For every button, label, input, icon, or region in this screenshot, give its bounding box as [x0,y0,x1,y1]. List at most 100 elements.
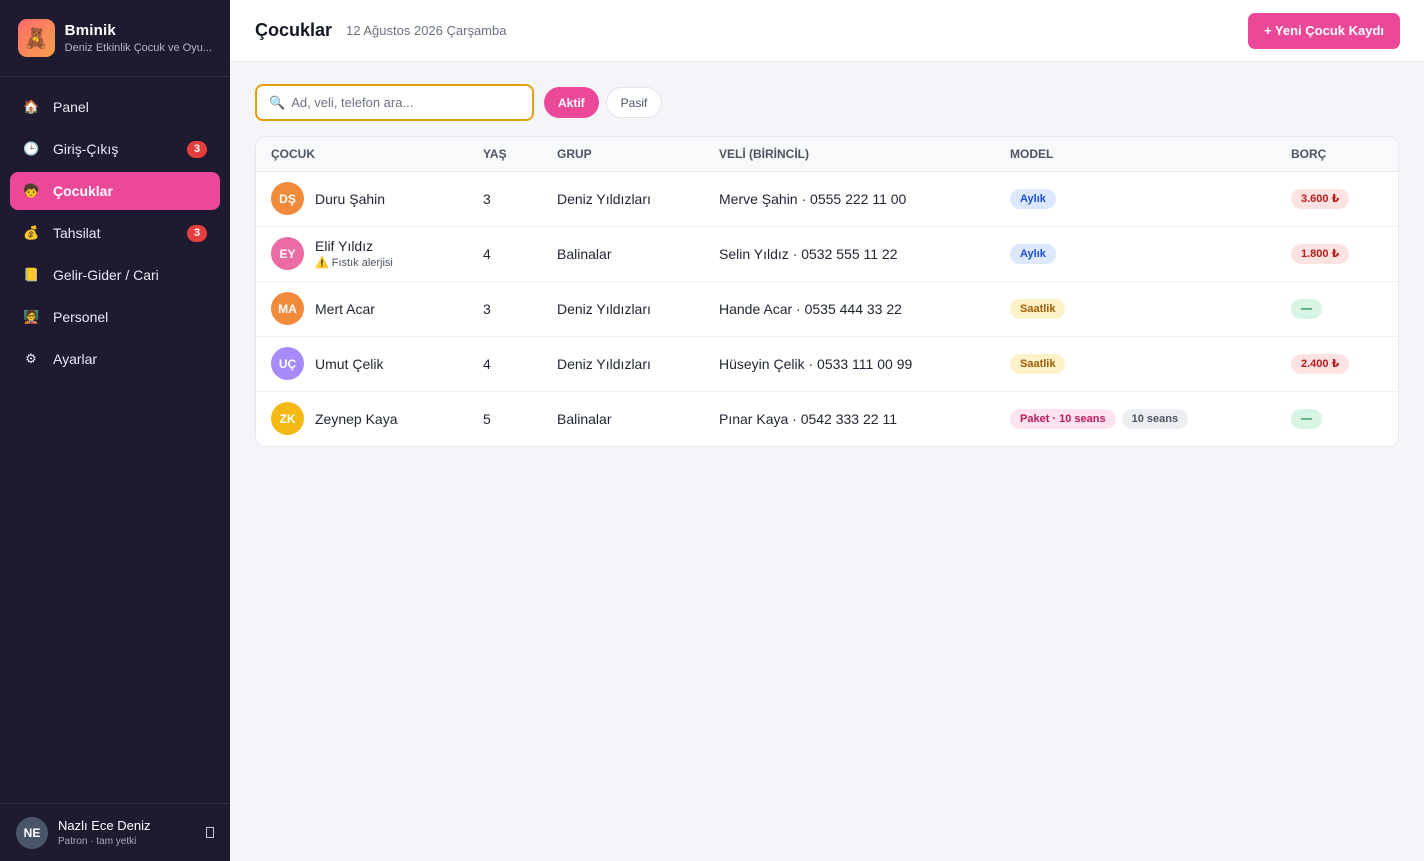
cell-model: Saatlik [995,336,1276,391]
cell-parent: Pınar Kaya · 0542 333 22 11 [719,410,897,427]
cell-group: Deniz Yıldızları [557,355,651,372]
cell-model: Aylık [995,226,1276,281]
model-badge: Aylık [1010,243,1056,264]
staff-icon: 🧑‍🏫 [23,309,40,324]
cell-age: 4 [483,355,491,372]
user-text: Nazlı Ece Deniz Patron · tam yetki [58,818,206,847]
child-name[interactable]: Zeynep Kaya [315,411,398,427]
page-date: 12 Ağustos 2026 Çarşamba [346,23,507,38]
content: 🔍 Aktif Pasif ÇOCUK YAŞ GRUP VELİ (BİRİN… [230,62,1424,469]
model-badge: Paket · 10 seans [1010,408,1116,429]
cell-model: Paket · 10 seans 10 seans [995,391,1276,446]
sidebar-item-6[interactable]: ⚙ Ayarlar [10,340,220,378]
search-box[interactable]: 🔍 [255,84,534,121]
cell-model: Aylık [995,171,1276,226]
user-profile: NE Nazlı Ece Deniz Patron · tam yetki [0,803,230,861]
debt-badge: 1.800 ₺ [1291,243,1350,264]
child-info: Duru Şahin [315,191,385,207]
model-badge: Saatlik [1010,353,1066,374]
col-parent[interactable]: VELİ (BİRİNCİL) [704,137,995,172]
new-child-button[interactable]: + Yeni Çocuk Kaydı [1247,12,1400,49]
table-header-row: ÇOCUK YAŞ GRUP VELİ (BİRİNCİL) MODEL BOR… [256,137,1398,172]
child-name[interactable]: Mert Acar [315,301,375,317]
sidebar-item-label: Panel [53,99,89,115]
sidebar-item-label: Tahsilat [53,225,101,241]
cell-group: Deniz Yıldızları [557,300,651,317]
sidebar-item-5[interactable]: 🧑‍🏫 Personel [10,298,220,336]
cell-model: Saatlik [995,281,1276,336]
search-input[interactable] [291,95,520,110]
sidebar-item-1[interactable]: 🕒 Giriş-Çıkış 3 [10,130,220,168]
topbar: Çocuklar 12 Ağustos 2026 Çarşamba + Yeni… [230,0,1424,62]
search-icon: 🔍 [269,94,286,110]
child-avatar: DŞ [271,182,304,215]
count-badge: 3 [187,140,207,158]
col-group[interactable]: GRUP [542,137,704,172]
debt-badge: — [1291,408,1322,429]
child-info: Elif Yıldız ⚠️ Fıstık alerjisi [315,238,393,269]
col-model[interactable]: MODEL [995,137,1276,172]
child-name[interactable]: Umut Çelik [315,356,383,372]
cell-debt: — [1276,391,1398,446]
cell-age: 4 [483,245,491,262]
sidebar-item-0[interactable]: 🏠 Panel [10,88,220,126]
sidebar-item-3[interactable]: 💰 Tahsilat 3 [10,214,220,252]
table-row[interactable]: DŞ Duru Şahin 3 Deniz Yıldızları Merve Şahin… [256,171,1398,226]
cell-parent: Hüseyin Çelik · 0533 111 00 99 [719,355,913,372]
filter-bar: 🔍 Aktif Pasif [255,84,1399,121]
cell-debt: — [1276,281,1398,336]
col-child[interactable]: ÇOCUK [256,137,468,172]
cell-child: EY Elif Yıldız ⚠️ Fıstık alerjisi [256,226,468,281]
cell-debt: 1.800 ₺ [1276,226,1398,281]
house-icon: 🏠 [23,99,40,114]
filter-passive-button[interactable]: Pasif [605,87,663,118]
debt-badge: 2.400 ₺ [1291,353,1350,374]
child-info: Mert Acar [315,301,375,317]
cell-age: 3 [483,190,491,207]
sidebar-item-label: Çocuklar [53,183,113,199]
user-name: Nazlı Ece Deniz [58,818,151,833]
sessions-badge: 10 seans [1121,408,1189,429]
logout-icon[interactable] [206,827,214,838]
table-row[interactable]: MA Mert Acar 3 Deniz Yıldızları Hande Acar ·… [256,281,1398,336]
table-row[interactable]: UÇ Umut Çelik 4 Deniz Yıldızları Hüseyin Çel… [256,336,1398,391]
cell-child: ZK Zeynep Kaya [256,391,468,446]
cell-group: Balinalar [557,245,612,262]
col-age[interactable]: YAŞ [468,137,542,172]
child-cell: EY Elif Yıldız ⚠️ Fıstık alerjisi [271,237,468,270]
cell-parent: Selin Yıldız · 0532 555 11 22 [719,245,898,262]
cell-age: 3 [483,300,491,317]
cell-child: MA Mert Acar [256,281,468,336]
children-table-card: ÇOCUK YAŞ GRUP VELİ (BİRİNCİL) MODEL BOR… [255,136,1399,447]
filter-active-button[interactable]: Aktif [544,87,599,118]
table-row[interactable]: ZK Zeynep Kaya 5 Balinalar Pınar Kaya · 0542… [256,391,1398,446]
sidebar-item-label: Personel [53,309,109,325]
child-name[interactable]: Duru Şahin [315,191,385,207]
allergy-note: ⚠️ Fıstık alerjisi [315,257,393,269]
cell-child: UÇ Umut Çelik [256,336,468,391]
child-cell: UÇ Umut Çelik [271,347,468,380]
cell-age: 5 [483,410,491,427]
table-body: DŞ Duru Şahin 3 Deniz Yıldızları Merve Şahin… [256,171,1398,446]
col-debt[interactable]: BORÇ [1276,137,1398,172]
table-row[interactable]: EY Elif Yıldız ⚠️ Fıstık alerjisi 4 Balinala… [256,226,1398,281]
cell-parent: Hande Acar · 0535 444 33 22 [719,300,902,317]
sidebar-nav: 🏠 Panel 🕒 Giriş-Çıkış 3 🧒 Çocuklar 💰 Tahsilat 3 📒 G… [0,77,230,803]
brand-text: Bminik Deniz Etkinlik Çocuk ve Oyu... [65,22,212,54]
cell-group: Balinalar [557,410,612,427]
child-avatar: ZK [271,402,304,436]
cell-group: Deniz Yıldızları [557,190,651,207]
sidebar-item-label: Ayarlar [53,351,98,367]
child-avatar: EY [271,237,304,270]
child-name[interactable]: Elif Yıldız [315,238,393,254]
money-bag-icon: 💰 [23,225,40,240]
child-info: Zeynep Kaya [315,411,398,427]
clock-icon: 🕒 [23,141,40,156]
sidebar-item-2[interactable]: 🧒 Çocuklar [10,172,220,210]
children-table: ÇOCUK YAŞ GRUP VELİ (BİRİNCİL) MODEL BOR… [256,137,1398,446]
sidebar-item-label: Gelir-Gider / Cari [53,267,159,283]
main-area: Çocuklar 12 Ağustos 2026 Çarşamba + Yeni… [230,0,1424,861]
brand-name: Bminik [64,22,116,39]
count-badge: 3 [187,224,207,242]
sidebar-item-4[interactable]: 📒 Gelir-Gider / Cari [10,256,220,294]
